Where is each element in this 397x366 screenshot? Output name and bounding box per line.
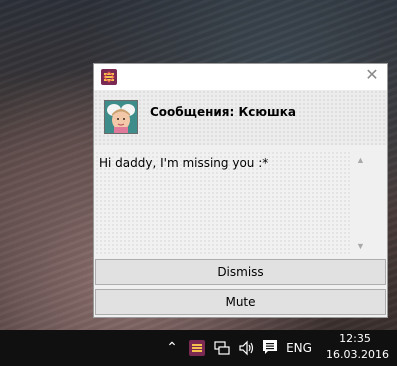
language-indicator[interactable]: ENG xyxy=(286,330,312,366)
network-icon[interactable] xyxy=(214,340,230,356)
notification-header: Сообщения: Ксюшка xyxy=(94,90,387,145)
message-scrollbar[interactable]: ▲ ▼ xyxy=(352,151,369,255)
clock[interactable]: 12:35 16.03.2016 xyxy=(326,330,389,366)
notification-window: ✕ Сообщения: Ксюшка Hi daddy, I'm missin… xyxy=(93,63,388,318)
show-hidden-icons[interactable]: ⌃ xyxy=(164,330,180,366)
close-icon: ✕ xyxy=(365,67,379,84)
clock-date: 16.03.2016 xyxy=(326,348,389,361)
chat-app-icon xyxy=(101,69,117,85)
chevron-down-icon[interactable]: ▼ xyxy=(352,239,369,253)
clock-time: 12:35 xyxy=(339,332,371,345)
taskbar: ⌃ ENG 12:35 16.03.2016 xyxy=(0,330,397,366)
close-button[interactable]: ✕ xyxy=(363,67,381,85)
message-area[interactable]: Hi daddy, I'm missing you :* xyxy=(95,151,351,255)
title-bar: ✕ xyxy=(94,64,387,90)
sender-title: Сообщения: Ксюшка xyxy=(150,105,297,119)
contact-avatar xyxy=(104,100,138,134)
mute-button[interactable]: Mute xyxy=(95,289,386,315)
action-center-icon[interactable] xyxy=(262,339,278,356)
dismiss-button[interactable]: Dismiss xyxy=(95,259,386,285)
chat-app-tray-icon[interactable] xyxy=(189,340,205,356)
chevron-up-icon[interactable]: ▲ xyxy=(352,153,369,167)
volume-icon[interactable] xyxy=(238,340,256,356)
message-text: Hi daddy, I'm missing you :* xyxy=(99,156,269,170)
